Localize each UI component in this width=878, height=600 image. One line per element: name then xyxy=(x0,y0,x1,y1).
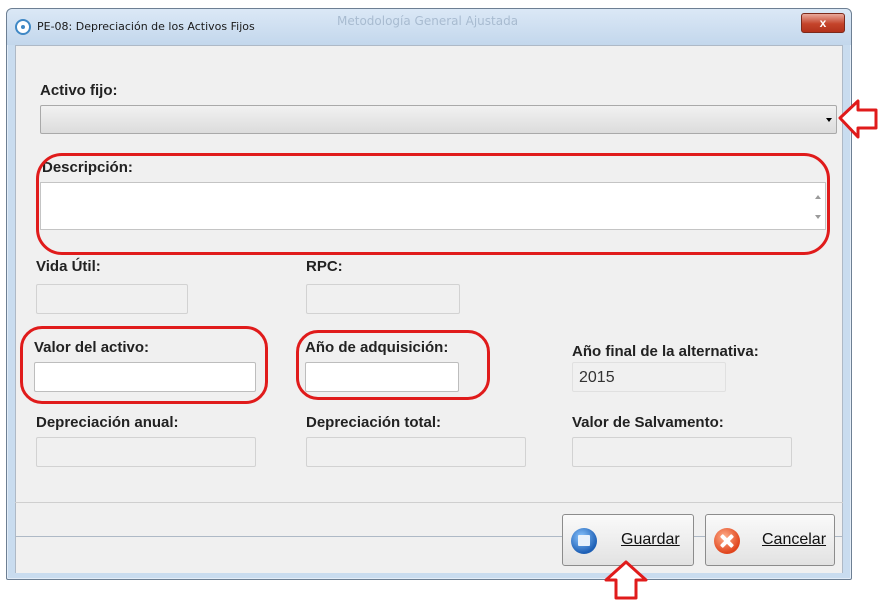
guardar-button[interactable]: Guardar xyxy=(562,514,694,566)
annotation-descripcion xyxy=(36,153,830,255)
guardar-label: Guardar xyxy=(621,531,680,548)
depreciacion-anual-field xyxy=(36,437,256,467)
anio-final-field: 2015 xyxy=(572,362,726,392)
rpc-label: RPC: xyxy=(306,258,343,275)
window-title: PE-08: Depreciación de los Activos Fijos xyxy=(37,20,255,33)
rpc-field xyxy=(306,284,460,314)
valor-salvamento-field xyxy=(572,437,792,467)
activo-fijo-select[interactable] xyxy=(40,105,837,134)
depreciacion-anual-label: Depreciación anual: xyxy=(36,414,179,431)
anio-final-label: Año final de la alternativa: xyxy=(572,343,759,360)
dropdown-arrow-icon[interactable] xyxy=(826,118,832,122)
vida-util-field xyxy=(36,284,188,314)
annotation-valor-activo xyxy=(20,326,268,404)
app-icon xyxy=(15,19,31,35)
footer-divider xyxy=(15,502,843,503)
title-bar: PE-08: Depreciación de los Activos Fijos… xyxy=(7,9,851,45)
save-disk-icon xyxy=(571,528,597,554)
annotation-anio-adquisicion xyxy=(296,330,490,400)
cancel-x-icon xyxy=(714,528,740,554)
anio-final-value: 2015 xyxy=(579,369,615,386)
background-window-title: Metodología General Ajustada xyxy=(337,14,519,28)
activo-fijo-label: Activo fijo: xyxy=(40,82,118,99)
cancelar-label: Cancelar xyxy=(762,531,827,548)
close-button[interactable]: x xyxy=(801,13,845,33)
vida-util-label: Vida Útil: xyxy=(36,258,101,275)
depreciacion-total-field xyxy=(306,437,526,467)
annotation-arrow-up-icon xyxy=(604,560,648,600)
cancelar-button[interactable]: Cancelar xyxy=(705,514,835,566)
depreciacion-total-label: Depreciación total: xyxy=(306,414,442,431)
annotation-arrow-left-icon xyxy=(838,99,878,139)
valor-salvamento-label: Valor de Salvamento: xyxy=(572,414,724,431)
